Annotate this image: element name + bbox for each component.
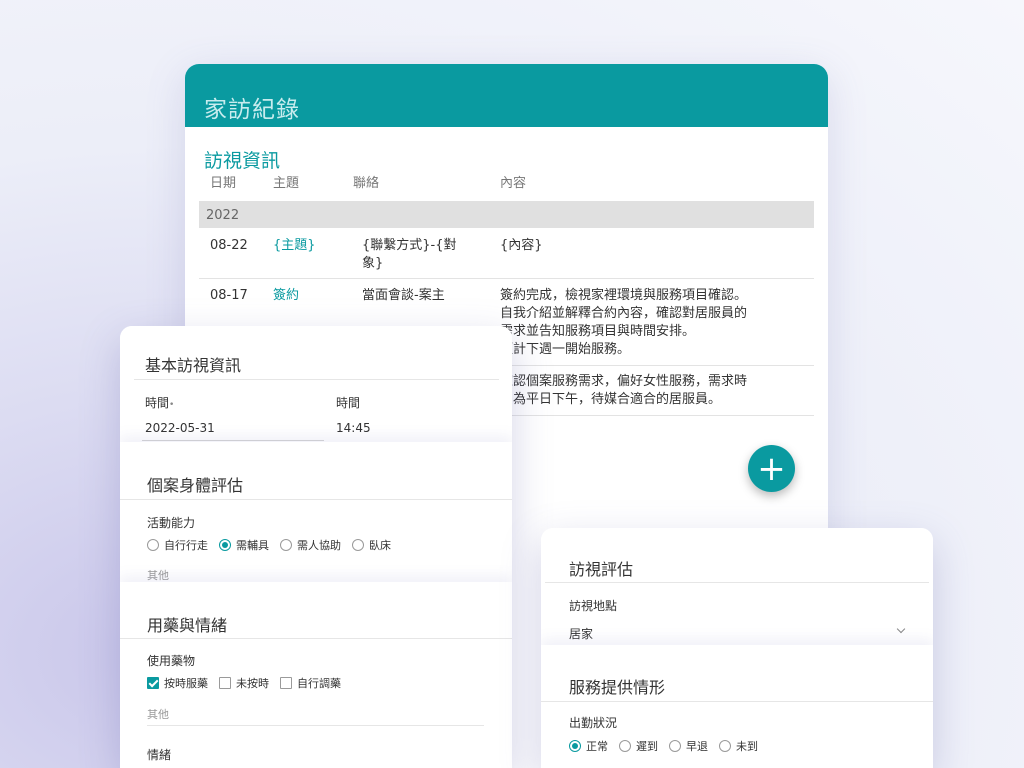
- date-field-label: 時間•: [145, 396, 175, 410]
- page-title: 家訪紀錄: [204, 97, 300, 123]
- divider: [545, 582, 929, 583]
- checkbox[interactable]: [219, 677, 231, 689]
- mobility-option[interactable]: 自行行走: [147, 537, 208, 553]
- row-content: 確認個案服務需求，偏好女性服務，需求時 間為平日下午，待媒合適合的居服員。: [500, 374, 748, 407]
- date-input[interactable]: 2022-05-31: [145, 421, 215, 435]
- evaluation-card: 訪視評估 訪視地點 居家 服務提供情形 出勤狀況 正常 遲到 早退 未到: [541, 528, 933, 768]
- other-input-underline: [147, 725, 484, 726]
- panel-title: 基本訪視資訊: [145, 356, 242, 375]
- date-input-underline: [142, 440, 324, 441]
- mobility-radio-group: 自行行走 需輔具 需人協助 臥床: [147, 537, 402, 553]
- mobility-option[interactable]: 需人協助: [280, 537, 341, 553]
- radio-button-selected[interactable]: [569, 740, 581, 752]
- panel-title: 用藥與情緒: [147, 616, 228, 635]
- time-field-label: 時間: [336, 396, 361, 410]
- row-content: 簽約完成，檢視家裡環境與服務項目確認。 自我介紹並解釋合約內容，確認對居服員的 …: [500, 288, 748, 357]
- year-group-header: 2022: [199, 201, 814, 228]
- column-header-topic: 主題: [273, 176, 300, 191]
- plus-icon: +: [757, 448, 786, 489]
- mood-label: 情緒: [147, 748, 172, 762]
- panel-title: 服務提供情形: [569, 678, 666, 697]
- location-label: 訪視地點: [569, 599, 618, 613]
- panel-title: 個案身體評估: [147, 476, 244, 495]
- row-date: 08-22: [210, 238, 248, 253]
- panel-title: 訪視評估: [569, 560, 634, 579]
- medication-mood-panel: 用藥與情緒 使用藥物 按時服藥 未按時 自行調藥 其他 情緒: [120, 582, 512, 768]
- chevron-down-icon[interactable]: [896, 624, 906, 634]
- attendance-option[interactable]: 未到: [719, 738, 758, 754]
- medication-option[interactable]: 按時服藥: [147, 675, 208, 691]
- divider: [120, 499, 512, 500]
- basic-info-panel: 基本訪視資訊 時間• 2022-05-31 時間 14:45: [120, 326, 512, 442]
- other-input[interactable]: 其他: [147, 706, 169, 722]
- column-header-contact: 聯絡: [353, 176, 380, 191]
- medication-checkbox-group: 按時服藥 未按時 自行調藥: [147, 675, 352, 691]
- visit-record-header: 家訪紀錄: [185, 64, 828, 127]
- service-status-panel: 服務提供情形 出勤狀況 正常 遲到 早退 未到: [541, 645, 933, 768]
- checkbox-checked[interactable]: [147, 677, 159, 689]
- radio-button[interactable]: [352, 539, 364, 551]
- radio-button[interactable]: [719, 740, 731, 752]
- required-mark: •: [169, 400, 175, 410]
- attendance-option[interactable]: 遲到: [619, 738, 658, 754]
- mobility-option[interactable]: 臥床: [352, 537, 391, 553]
- attendance-option[interactable]: 早退: [669, 738, 708, 754]
- row-content: {內容}: [500, 238, 543, 253]
- divider: [134, 379, 499, 380]
- medication-option[interactable]: 未按時: [219, 675, 269, 691]
- radio-button-selected[interactable]: [219, 539, 231, 551]
- divider: [541, 701, 933, 702]
- row-contact: 當面會談-案主: [362, 288, 445, 303]
- mobility-option[interactable]: 需輔具: [219, 537, 269, 553]
- time-input[interactable]: 14:45: [336, 421, 371, 435]
- row-date: 08-17: [210, 288, 248, 303]
- radio-button[interactable]: [619, 740, 631, 752]
- visit-evaluation-panel: 訪視評估 訪視地點 居家: [541, 528, 933, 645]
- column-header-content: 內容: [500, 176, 527, 191]
- row-topic-link[interactable]: {主題}: [273, 237, 316, 255]
- location-select[interactable]: 居家: [569, 625, 593, 642]
- table-row[interactable]: 08-22 {主題} {聯繫方式}-{對 象} {內容}: [199, 228, 814, 279]
- radio-button[interactable]: [280, 539, 292, 551]
- divider: [120, 638, 512, 639]
- physical-assessment-panel: 個案身體評估 活動能力 自行行走 需輔具 需人協助 臥床 其他: [120, 442, 512, 582]
- attendance-label: 出勤狀況: [569, 716, 618, 730]
- section-title: 訪視資訊: [204, 150, 281, 172]
- visit-form-card: 基本訪視資訊 時間• 2022-05-31 時間 14:45 個案身體評估 活動…: [120, 326, 512, 768]
- row-contact: {聯繫方式}-{對 象}: [362, 238, 457, 271]
- other-input[interactable]: 其他: [147, 567, 169, 583]
- radio-button[interactable]: [147, 539, 159, 551]
- row-topic-link[interactable]: 簽約: [273, 287, 299, 305]
- radio-button[interactable]: [669, 740, 681, 752]
- attendance-option[interactable]: 正常: [569, 738, 608, 754]
- medication-option[interactable]: 自行調藥: [280, 675, 341, 691]
- medication-label: 使用藥物: [147, 654, 196, 668]
- attendance-radio-group: 正常 遲到 早退 未到: [569, 738, 769, 754]
- mobility-label: 活動能力: [147, 516, 196, 530]
- add-record-button[interactable]: +: [748, 445, 795, 492]
- column-header-date: 日期: [210, 176, 237, 191]
- checkbox[interactable]: [280, 677, 292, 689]
